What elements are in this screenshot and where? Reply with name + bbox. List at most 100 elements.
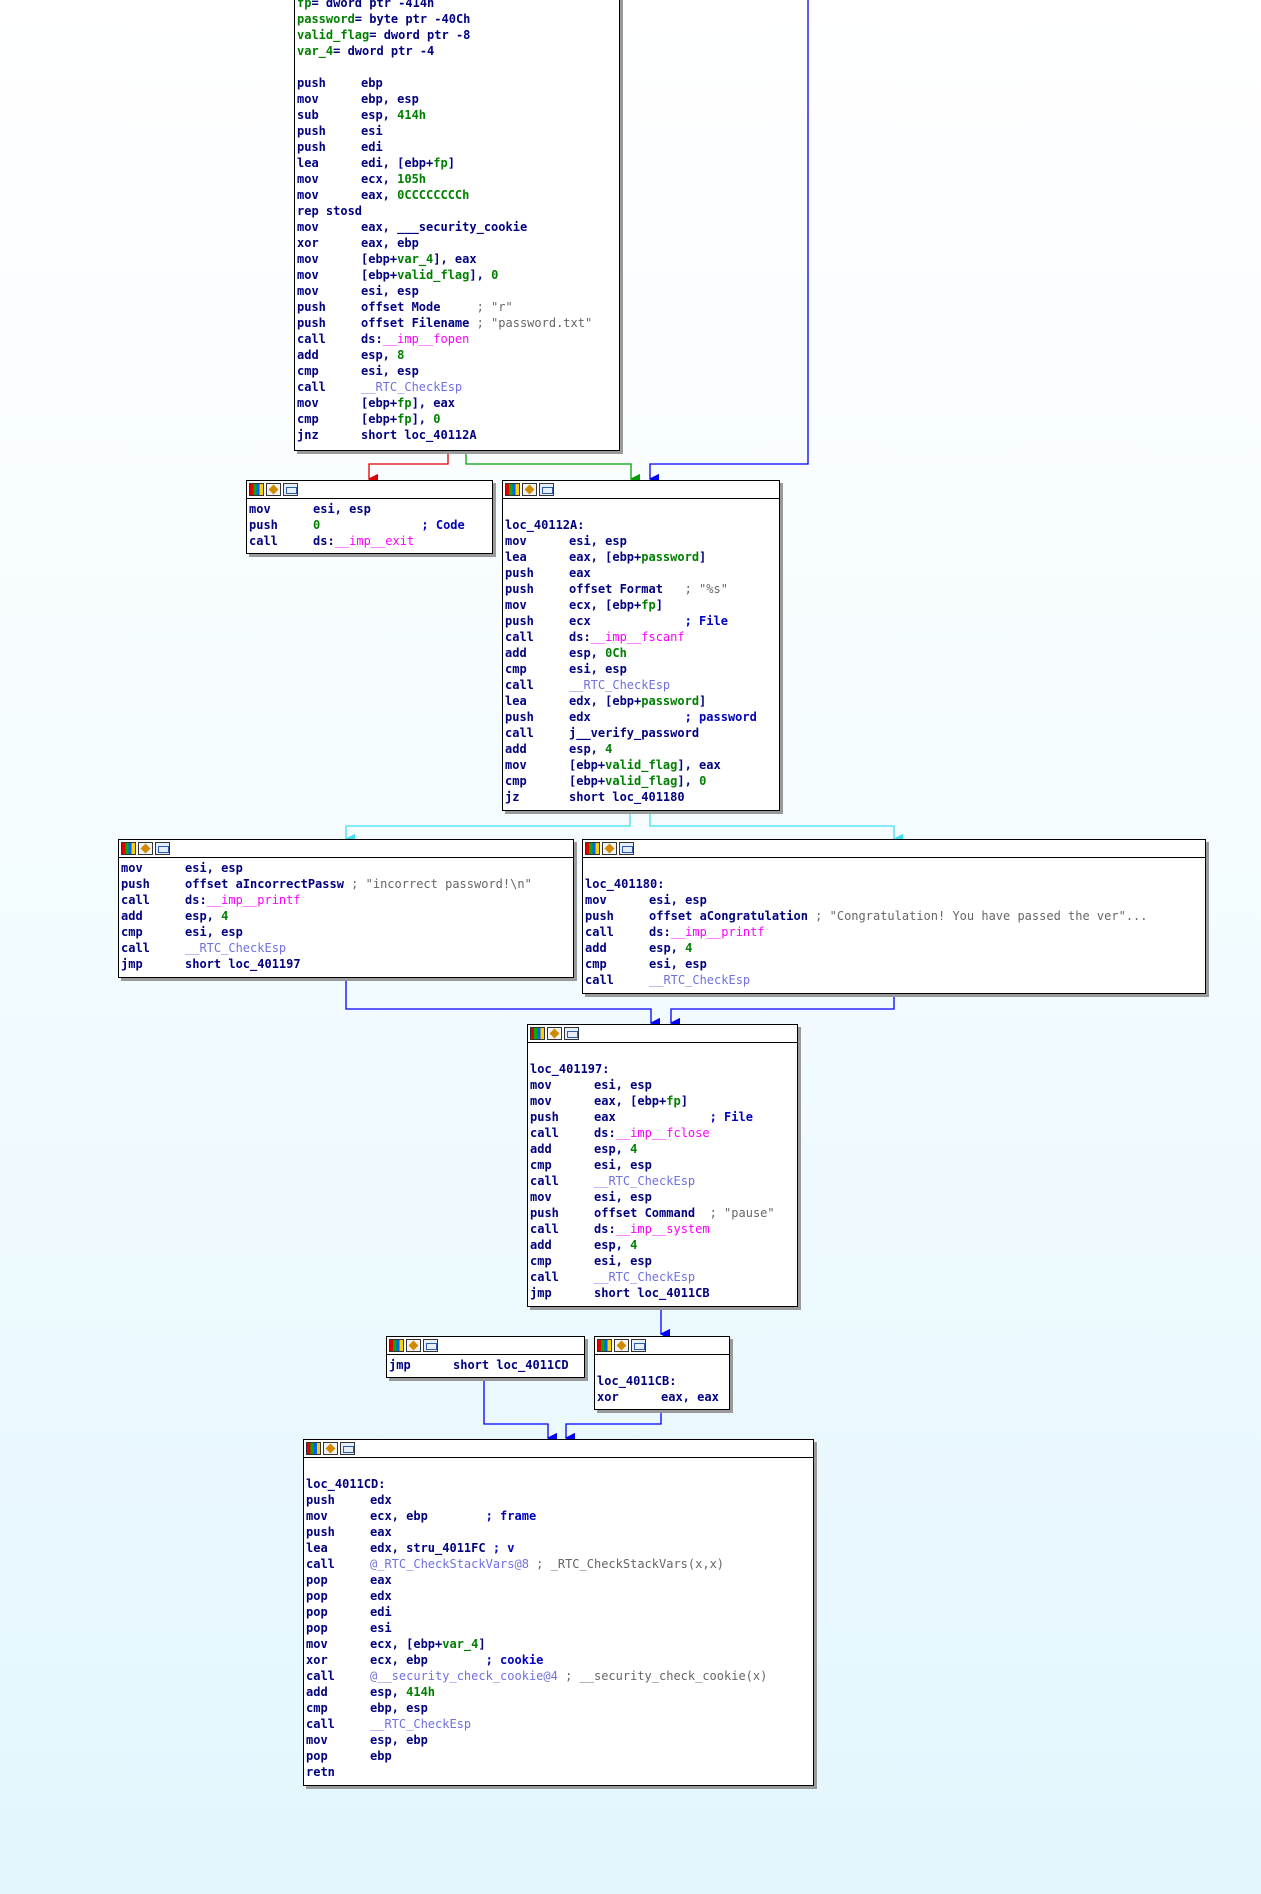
asm-line[interactable] (597, 1357, 727, 1373)
asm-line[interactable]: call ds:__imp__fopen (297, 331, 617, 347)
asm-line[interactable]: push offset Format ; "%s" (505, 581, 777, 597)
rename-icon[interactable] (602, 842, 617, 855)
comment-icon[interactable] (340, 1442, 355, 1455)
asm-line[interactable]: cmp esi, esp (530, 1253, 795, 1269)
asm-line[interactable]: xor ecx, ebp ; cookie (306, 1652, 811, 1668)
rename-icon[interactable] (547, 1027, 562, 1040)
comment-icon[interactable] (619, 842, 634, 855)
asm-line[interactable]: valid_flag= dword ptr -8 (297, 27, 617, 43)
asm-line[interactable]: lea edi, [ebp+fp] (297, 155, 617, 171)
comment-icon[interactable] (564, 1027, 579, 1040)
block-loc_40112A[interactable]: loc_40112A: mov esi, esp lea eax, [ebp+passw… (502, 480, 780, 811)
graph-color-icon[interactable] (597, 1339, 612, 1352)
asm-line[interactable]: push offset Mode ; "r" (297, 299, 617, 315)
asm-line[interactable]: mov esi, esp (530, 1077, 795, 1093)
asm-line[interactable]: cmp esi, esp (297, 363, 617, 379)
asm-line[interactable]: mov [ebp+fp], eax (297, 395, 617, 411)
asm-line[interactable]: call __RTC_CheckEsp (121, 940, 571, 956)
asm-line[interactable]: mov ecx, [ebp+var_4] (306, 1636, 811, 1652)
asm-line[interactable]: add esp, 4 (530, 1237, 795, 1253)
graph-color-icon[interactable] (530, 1027, 545, 1040)
asm-line[interactable] (297, 59, 617, 75)
asm-line[interactable]: jz short loc_401180 (505, 789, 777, 805)
asm-line[interactable]: call ds:__imp__exit (249, 533, 490, 549)
asm-line[interactable]: mov esi, esp (121, 860, 571, 876)
graph-color-icon[interactable] (306, 1442, 321, 1455)
rename-icon[interactable] (406, 1339, 421, 1352)
asm-line[interactable]: cmp esi, esp (585, 956, 1203, 972)
asm-line[interactable]: pop edi (306, 1604, 811, 1620)
asm-line[interactable]: push eax (505, 565, 777, 581)
asm-line[interactable]: call __RTC_CheckEsp (585, 972, 1203, 988)
block-exit[interactable]: mov esi, esp push 0 ; Code call ds:__imp__exi… (246, 480, 493, 554)
asm-line[interactable]: rep stosd (297, 203, 617, 219)
asm-line[interactable]: call __RTC_CheckEsp (505, 677, 777, 693)
graph-color-icon[interactable] (505, 483, 520, 496)
asm-line[interactable]: mov ecx, [ebp+fp] (505, 597, 777, 613)
asm-line[interactable]: loc_4011CD: (306, 1476, 811, 1492)
asm-line[interactable]: loc_401197: (530, 1061, 795, 1077)
asm-line[interactable]: mov esi, esp (249, 501, 490, 517)
asm-line[interactable]: push edi (297, 139, 617, 155)
asm-line[interactable] (306, 1460, 811, 1476)
rename-icon[interactable] (266, 483, 281, 496)
graph-color-icon[interactable] (249, 483, 264, 496)
asm-line[interactable]: push offset Filename ; "password.txt" (297, 315, 617, 331)
asm-line[interactable]: push esi (297, 123, 617, 139)
asm-line[interactable]: xor eax, ebp (297, 235, 617, 251)
asm-line[interactable]: pop ebp (306, 1748, 811, 1764)
asm-line[interactable]: sub esp, 414h (297, 107, 617, 123)
asm-line[interactable]: add esp, 4 (530, 1141, 795, 1157)
block-incorrect[interactable]: mov esi, esp push offset aIncorrectPassw ; … (118, 839, 574, 978)
block-entry[interactable]: fp= dword ptr -414h password= byte ptr -4… (294, 0, 620, 451)
asm-line[interactable]: pop eax (306, 1572, 811, 1588)
asm-line[interactable]: call ds:__imp__fclose (530, 1125, 795, 1141)
asm-line[interactable]: mov ecx, 105h (297, 171, 617, 187)
asm-line[interactable]: mov esi, esp (585, 892, 1203, 908)
asm-line[interactable]: push 0 ; Code (249, 517, 490, 533)
asm-line[interactable]: call ds:__imp__printf (121, 892, 571, 908)
comment-icon[interactable] (283, 483, 298, 496)
rename-icon[interactable] (522, 483, 537, 496)
asm-line[interactable]: cmp ebp, esp (306, 1700, 811, 1716)
asm-line[interactable]: push offset Command ; "pause" (530, 1205, 795, 1221)
asm-line[interactable]: add esp, 0Ch (505, 645, 777, 661)
asm-line[interactable]: fp= dword ptr -414h (297, 0, 617, 11)
asm-line[interactable]: call @_RTC_CheckStackVars@8 ; _RTC_CheckS… (306, 1556, 811, 1572)
graph-color-icon[interactable] (121, 842, 136, 855)
block-loc_4011CB[interactable]: loc_4011CB: xor eax, eax (594, 1336, 730, 1410)
asm-line[interactable]: push edx ; password (505, 709, 777, 725)
asm-line[interactable] (585, 860, 1203, 876)
asm-line[interactable]: lea edx, [ebp+password] (505, 693, 777, 709)
asm-line[interactable]: push eax (306, 1524, 811, 1540)
asm-line[interactable]: mov eax, 0CCCCCCCCh (297, 187, 617, 203)
asm-line[interactable]: push edx (306, 1492, 811, 1508)
asm-line[interactable]: jnz short loc_40112A (297, 427, 617, 443)
asm-line[interactable]: var_4= dword ptr -4 (297, 43, 617, 59)
asm-line[interactable]: mov eax, ___security_cookie (297, 219, 617, 235)
comment-icon[interactable] (423, 1339, 438, 1352)
asm-line[interactable]: mov ebp, esp (297, 91, 617, 107)
comment-icon[interactable] (539, 483, 554, 496)
block-loc_4011CD[interactable]: loc_4011CD: push edx mov ecx, ebp ; frame pus… (303, 1439, 814, 1786)
asm-line[interactable]: jmp short loc_401197 (121, 956, 571, 972)
asm-line[interactable]: cmp [ebp+fp], 0 (297, 411, 617, 427)
asm-line[interactable]: call __RTC_CheckEsp (530, 1269, 795, 1285)
rename-icon[interactable] (323, 1442, 338, 1455)
block-loc_401180[interactable]: loc_401180: mov esi, esp push offset aCongra… (582, 839, 1206, 994)
asm-line[interactable]: push ecx ; File (505, 613, 777, 629)
asm-line[interactable]: add esp, 4 (585, 940, 1203, 956)
asm-line[interactable] (530, 1045, 795, 1061)
asm-line[interactable]: add esp, 8 (297, 347, 617, 363)
asm-line[interactable]: add esp, 4 (121, 908, 571, 924)
block-jmp_4011CD[interactable]: jmp short loc_4011CD (386, 1336, 585, 1378)
asm-line[interactable]: xor eax, eax (597, 1389, 727, 1405)
asm-line[interactable]: call j__verify_password (505, 725, 777, 741)
asm-line[interactable]: retn (306, 1764, 811, 1780)
asm-line[interactable]: pop edx (306, 1588, 811, 1604)
comment-icon[interactable] (155, 842, 170, 855)
asm-line[interactable]: mov [ebp+var_4], eax (297, 251, 617, 267)
asm-line[interactable]: mov ecx, ebp ; frame (306, 1508, 811, 1524)
asm-line[interactable]: pop esi (306, 1620, 811, 1636)
block-loc_401197[interactable]: loc_401197: mov esi, esp mov eax, [ebp+fp] pu… (527, 1024, 798, 1307)
